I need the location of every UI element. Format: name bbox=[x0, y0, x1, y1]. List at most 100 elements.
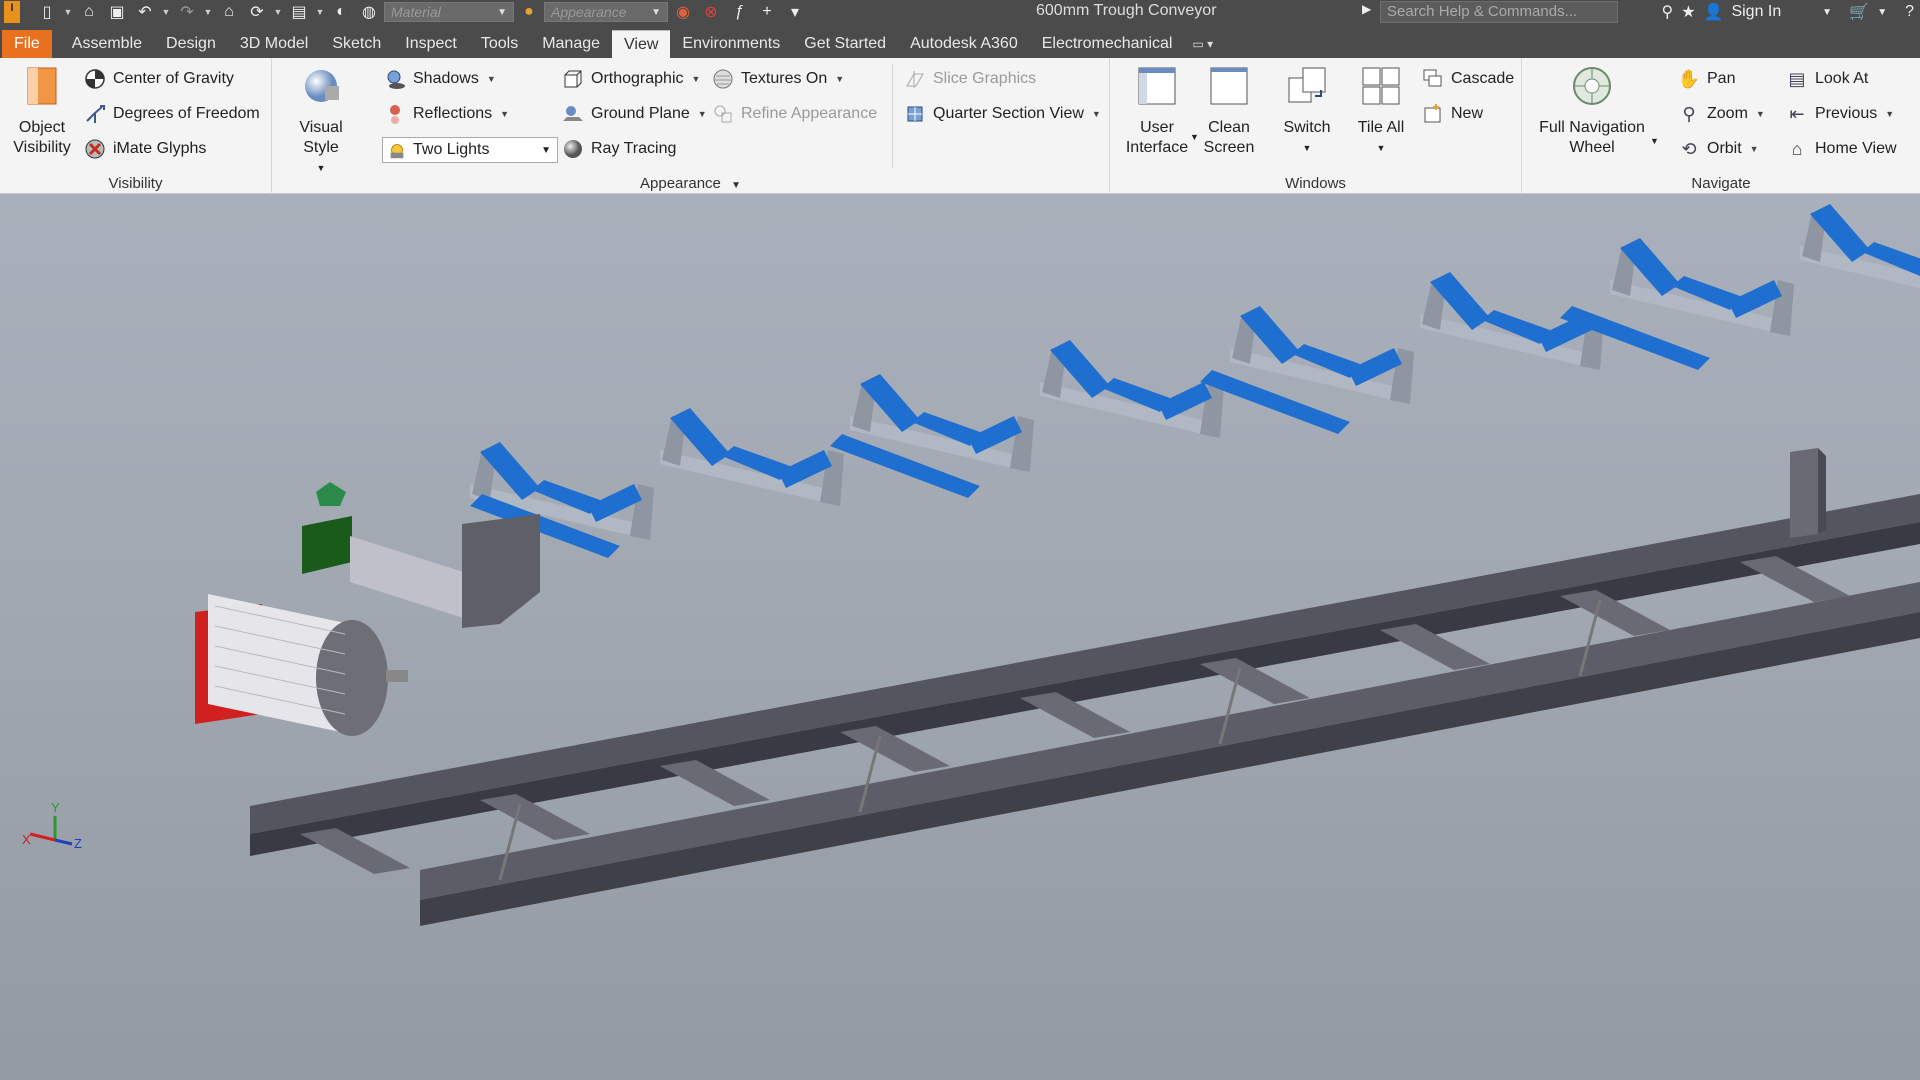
chevron-down-icon: ▼ bbox=[500, 109, 510, 119]
titlebar-right: ⚲ ★ 👤 Sign In ▼ 🛒 ▼ ? bbox=[1661, 0, 1920, 24]
ray-tracing-button[interactable]: Ray Tracing bbox=[562, 136, 676, 162]
material-select[interactable]: Material ▼ bbox=[384, 2, 514, 22]
redo-icon[interactable]: ↷ bbox=[174, 1, 200, 23]
quarter-section-view-button[interactable]: Quarter Section View ▼ bbox=[904, 101, 1101, 127]
tab-design[interactable]: Design bbox=[154, 30, 228, 58]
full-navigation-wheel-button[interactable]: Full Navigation Wheel bbox=[1534, 64, 1650, 158]
open-folder-icon[interactable]: ⌂ bbox=[76, 1, 102, 23]
new-dropdown-icon[interactable]: ▼ bbox=[62, 7, 74, 17]
navigation-wheel-dropdown-icon[interactable]: ▼ bbox=[1650, 136, 1659, 146]
undo-dropdown-icon[interactable]: ▼ bbox=[160, 7, 172, 17]
clean-screen-button[interactable]: Clean Screen bbox=[1198, 64, 1260, 158]
inventor-logo-icon[interactable]: I bbox=[4, 1, 20, 23]
redo-dropdown-icon[interactable]: ▼ bbox=[202, 7, 214, 17]
appearance-panel: Visual Style ▼ Shadows ▼ Reflections ▼ Two… bbox=[272, 58, 1110, 194]
textures-on-button[interactable]: Textures On ▼ bbox=[712, 66, 844, 92]
tab-manage[interactable]: Manage bbox=[530, 30, 612, 58]
expand-arrow-icon[interactable]: ▶ bbox=[1362, 2, 1371, 16]
imate-glyphs-button[interactable]: iMate Glyphs bbox=[84, 136, 206, 162]
orbit-button[interactable]: ⟲ Orbit ▼ bbox=[1678, 136, 1758, 162]
chevron-down-icon: ▼ bbox=[691, 74, 701, 84]
view-triad: X Y Z bbox=[22, 800, 82, 851]
search-input[interactable]: Search Help & Commands... bbox=[1380, 1, 1618, 23]
refine-appearance-button[interactable]: Refine Appearance bbox=[712, 101, 877, 127]
chevron-down-icon: ▼ bbox=[731, 180, 741, 191]
windows-panel-label: Windows bbox=[1285, 175, 1346, 192]
parameters-fx-icon[interactable]: ƒ bbox=[726, 1, 752, 23]
add-icon[interactable]: + bbox=[754, 1, 780, 23]
tab-sketch[interactable]: Sketch bbox=[320, 30, 393, 58]
reflections-button[interactable]: Reflections ▼ bbox=[384, 101, 509, 127]
user-icon[interactable]: 👤 bbox=[1704, 2, 1724, 22]
previous-view-button[interactable]: ⇤ Previous ▼ bbox=[1786, 101, 1894, 127]
look-at-icon: ▤ bbox=[1788, 68, 1806, 89]
tab-inspect[interactable]: Inspect bbox=[393, 30, 469, 58]
pan-hand-icon: ✋ bbox=[1677, 68, 1701, 89]
home-view-button[interactable]: ⌂ Home View bbox=[1786, 136, 1897, 162]
idler-sets bbox=[470, 204, 1920, 540]
tab-environments[interactable]: Environments bbox=[670, 30, 792, 58]
color-override-icon[interactable]: ◐ bbox=[328, 1, 354, 23]
navigate-panel: Full Navigation Wheel ▼ ✋ Pan ⚲ Zoom ▼ ⟲ … bbox=[1522, 58, 1920, 194]
save-icon[interactable]: ▣ bbox=[104, 1, 130, 23]
object-visibility-button[interactable]: Object Visibility bbox=[6, 64, 78, 158]
tab-3d-model[interactable]: 3D Model bbox=[228, 30, 320, 58]
favorites-star-icon[interactable]: ★ bbox=[1681, 2, 1695, 22]
chevron-down-icon: ▼ bbox=[1885, 109, 1895, 119]
lighting-icon bbox=[390, 144, 404, 159]
binoculars-icon[interactable]: ⚲ bbox=[1661, 2, 1673, 22]
chevron-down-icon: ▼ bbox=[1091, 109, 1101, 119]
tab-file[interactable]: File bbox=[2, 30, 52, 58]
ground-plane-button[interactable]: Ground Plane ▼ bbox=[562, 101, 707, 127]
new-window-icon bbox=[1424, 104, 1441, 123]
appearance-select[interactable]: Appearance ▼ bbox=[544, 2, 668, 22]
triad-y-label: Y bbox=[51, 800, 60, 815]
3d-graphics-viewport[interactable]: X Y Z bbox=[0, 194, 1920, 1080]
degrees-of-freedom-button[interactable]: Degrees of Freedom bbox=[84, 101, 260, 127]
reflections-icon bbox=[390, 105, 400, 124]
zoom-button[interactable]: ⚲ Zoom ▼ bbox=[1678, 101, 1764, 127]
update-dropdown-icon[interactable]: ▼ bbox=[272, 7, 284, 17]
tab-tools[interactable]: Tools bbox=[469, 30, 530, 58]
update-icon[interactable]: ⟳ bbox=[244, 1, 270, 23]
ribbon-options-icon[interactable]: ▭ ▾ bbox=[1184, 30, 1221, 58]
cart-icon[interactable]: 🛒 bbox=[1849, 2, 1869, 22]
tile-all-button[interactable]: Tile All ▼ bbox=[1350, 64, 1412, 158]
undo-icon[interactable]: ↶ bbox=[132, 1, 158, 23]
windows-panel: User Interface ▼ Clean Screen Switch ▼ T… bbox=[1110, 58, 1522, 194]
look-at-button[interactable]: ▤ Look At bbox=[1786, 66, 1868, 92]
tab-electromechanical[interactable]: Electromechanical bbox=[1030, 30, 1185, 58]
slice-graphics-button[interactable]: Slice Graphics bbox=[904, 66, 1036, 92]
previous-view-icon: ⇤ bbox=[1789, 103, 1805, 124]
appearance-panel-label[interactable]: Appearance ▼ bbox=[272, 175, 1109, 192]
orthographic-button[interactable]: Orthographic ▼ bbox=[562, 66, 700, 92]
pan-button[interactable]: ✋ Pan bbox=[1677, 66, 1736, 92]
lighting-style-select[interactable]: Two Lights ▼ bbox=[382, 137, 558, 163]
clear-appearance-icon[interactable]: ⊗ bbox=[698, 1, 724, 23]
home-icon[interactable]: ⌂ bbox=[216, 1, 242, 23]
new-window-button[interactable]: New bbox=[1422, 101, 1483, 127]
visual-style-button[interactable]: Visual Style ▼ bbox=[282, 64, 360, 178]
tab-view[interactable]: View bbox=[612, 30, 671, 58]
tab-get-started[interactable]: Get Started bbox=[792, 30, 898, 58]
material-globe-icon[interactable]: ◍ bbox=[356, 1, 382, 23]
cart-dropdown-icon[interactable]: ▼ bbox=[1877, 7, 1887, 18]
user-interface-button[interactable]: User Interface bbox=[1124, 64, 1190, 158]
center-of-gravity-button[interactable]: Center of Gravity bbox=[84, 66, 234, 92]
slice-graphics-icon bbox=[906, 71, 924, 88]
sign-in-dropdown-icon[interactable]: ▼ bbox=[1822, 7, 1832, 18]
switch-window-button[interactable]: Switch ▼ bbox=[1274, 64, 1340, 158]
sign-in-link[interactable]: Sign In bbox=[1731, 3, 1781, 21]
select-dropdown-icon[interactable]: ▼ bbox=[314, 7, 326, 17]
cascade-button[interactable]: Cascade bbox=[1422, 66, 1514, 92]
select-icon[interactable]: ▤ bbox=[286, 1, 312, 23]
appearance-ball-icon[interactable]: ● bbox=[516, 1, 542, 23]
shadows-button[interactable]: Shadows ▼ bbox=[384, 66, 496, 92]
customize-dropdown-icon[interactable]: ▾ bbox=[782, 1, 808, 23]
help-icon[interactable]: ? bbox=[1905, 3, 1914, 21]
new-file-icon[interactable]: ▯ bbox=[34, 1, 60, 23]
tab-autodesk-a360[interactable]: Autodesk A360 bbox=[898, 30, 1030, 58]
chevron-down-icon: ▼ bbox=[835, 74, 845, 84]
tab-assemble[interactable]: Assemble bbox=[60, 30, 154, 58]
adjust-appearance-icon[interactable]: ◉ bbox=[670, 1, 696, 23]
